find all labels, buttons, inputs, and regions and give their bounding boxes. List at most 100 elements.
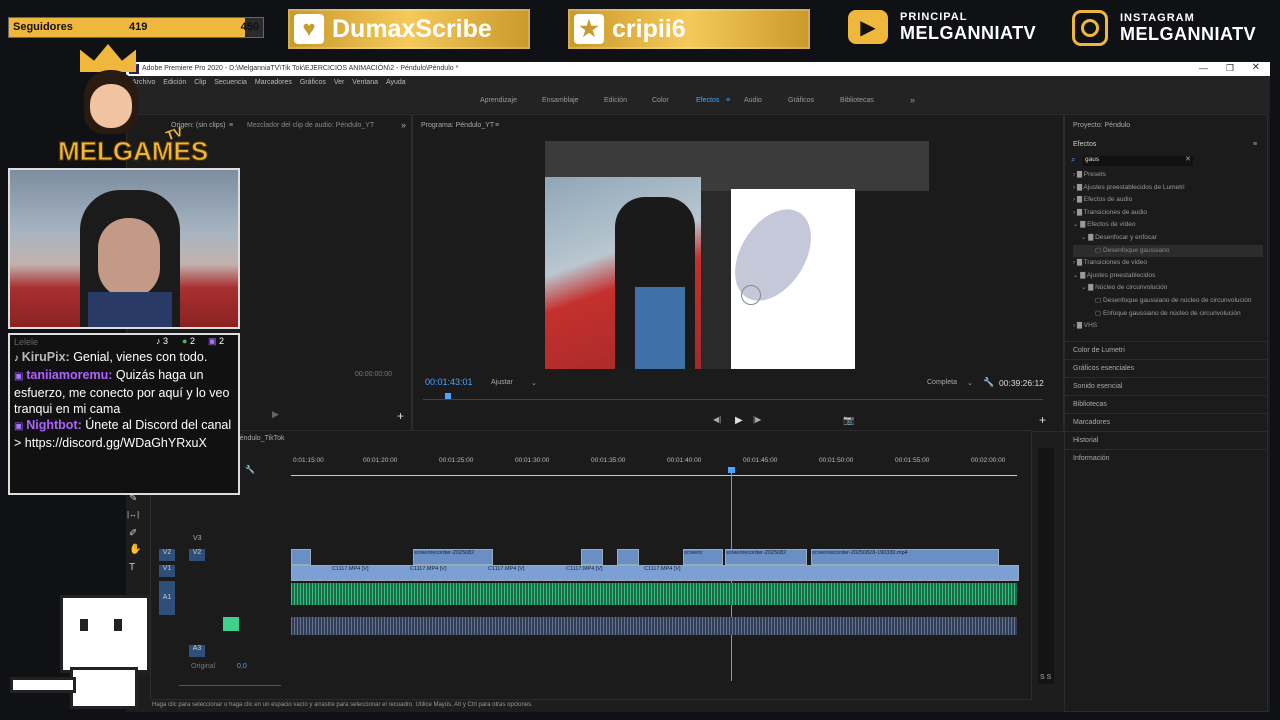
- quality-select[interactable]: Completa: [927, 379, 957, 386]
- pencil-tool-icon[interactable]: ✐: [129, 528, 137, 539]
- youtube-name: MELGANNIATV: [900, 22, 1037, 43]
- timeline-wrench-icon[interactable]: 🔧: [245, 465, 255, 474]
- wrench-icon[interactable]: 🔧: [983, 377, 994, 388]
- instagram-handle: INSTAGRAM MELGANNIATV: [1072, 10, 1256, 46]
- playhead-handle[interactable]: [728, 467, 735, 473]
- maximize-button[interactable]: ❐: [1226, 63, 1234, 74]
- track-zoom-scroll[interactable]: [179, 685, 281, 686]
- menu-graficos[interactable]: Gráficos: [300, 79, 326, 86]
- tree-item[interactable]: ▢ Enfoque gaussiano de núcleo de circunv…: [1073, 308, 1263, 321]
- solo-toggle[interactable]: [223, 617, 239, 631]
- panel-markers[interactable]: Marcadores: [1065, 413, 1267, 431]
- chat-user: taniiamoremu:: [26, 368, 113, 382]
- play-button[interactable]: ▶: [735, 415, 743, 426]
- audio-clip-a2[interactable]: [291, 617, 1017, 635]
- tree-item[interactable]: › ▇ VHS: [1073, 320, 1263, 333]
- clip-v2[interactable]: [581, 549, 603, 565]
- export-frame-icon[interactable]: 📷: [843, 415, 854, 426]
- clip-v2[interactable]: screenrecorder-20250828-190330.mp4: [811, 549, 999, 565]
- ws-color[interactable]: Color: [652, 97, 669, 104]
- menu-ventana[interactable]: Ventana: [352, 79, 378, 86]
- tree-item[interactable]: ⌄ ▇ Desenfocar y enfocar: [1073, 232, 1263, 245]
- ws-audio[interactable]: Audio: [744, 97, 762, 104]
- master-value[interactable]: 0,0: [237, 663, 247, 670]
- source-add-button[interactable]: +: [397, 409, 404, 423]
- clip-v2[interactable]: screenrecorder-2025082: [413, 549, 493, 565]
- slip-tool-icon[interactable]: |↔|: [127, 510, 139, 519]
- audio-clip-a1[interactable]: [291, 583, 1017, 605]
- panel-essential-graphics[interactable]: Gráficos esenciales: [1065, 359, 1267, 377]
- audio-mixer-tab[interactable]: Mezclador del clip de audio: Péndulo_YT: [247, 122, 374, 129]
- hand-tool-icon[interactable]: ✋: [129, 544, 141, 555]
- panel-more-icon[interactable]: »: [401, 120, 406, 130]
- clip-v2[interactable]: [291, 549, 311, 565]
- track-a3[interactable]: A3: [189, 645, 205, 657]
- close-button[interactable]: ✕: [1252, 62, 1260, 73]
- work-area-bar[interactable]: [291, 475, 1017, 476]
- program-timecode[interactable]: 00:01:43:01: [425, 377, 473, 387]
- menu-ver[interactable]: Ver: [334, 79, 345, 86]
- video-pendulum-canvas: [719, 189, 855, 369]
- timeline-ruler[interactable]: 0:01:15:00 00:01:20:00 00:01:25:00 00:01…: [291, 457, 1021, 475]
- tree-item[interactable]: › ▇ Presets: [1073, 169, 1263, 182]
- effects-menu-icon[interactable]: ≡: [1253, 141, 1257, 148]
- quality-chevron-icon[interactable]: ⌄: [967, 379, 973, 387]
- program-playhead[interactable]: [445, 393, 451, 399]
- tree-item[interactable]: › ▇ Transiciones de audio: [1073, 207, 1263, 220]
- source-v2[interactable]: V2: [159, 549, 175, 561]
- menu-ayuda[interactable]: Ayuda: [386, 79, 406, 86]
- ws-graficos[interactable]: Gráficos: [788, 97, 814, 104]
- ws-efectos[interactable]: Efectos: [696, 97, 719, 104]
- track-v1[interactable]: V1: [159, 565, 175, 577]
- meter-solo-labels[interactable]: S S: [1040, 674, 1051, 681]
- ws-edicion[interactable]: Edición: [604, 97, 627, 104]
- track-v3[interactable]: V3: [193, 535, 202, 542]
- program-menu-icon[interactable]: ≡: [495, 122, 499, 129]
- tree-item[interactable]: › ▇ Transiciones de vídeo: [1073, 257, 1263, 270]
- tree-item[interactable]: ⌄ ▇ Núcleo de circunvolución: [1073, 282, 1263, 295]
- tree-item[interactable]: › ▇ Efectos de audio: [1073, 194, 1263, 207]
- ws-more-icon[interactable]: »: [910, 95, 915, 105]
- clear-search-icon[interactable]: ✕: [1185, 155, 1191, 163]
- panel-libraries[interactable]: Bibliotecas: [1065, 395, 1267, 413]
- panel-essential-sound[interactable]: Sonido esencial: [1065, 377, 1267, 395]
- panel-info[interactable]: Información: [1065, 449, 1267, 467]
- program-scrub-bar[interactable]: [423, 399, 1043, 400]
- ruler-tick: 00:01:35:00: [591, 457, 626, 464]
- type-tool-icon[interactable]: T: [129, 562, 135, 573]
- tree-item[interactable]: ⌄ ▇ Ajustes preestablecidos: [1073, 270, 1263, 283]
- menu-marcadores[interactable]: Marcadores: [255, 79, 292, 86]
- ws-ensamblaje[interactable]: Ensamblaje: [542, 97, 579, 104]
- zoom-select[interactable]: Ajustar: [491, 379, 513, 386]
- clip-v1[interactable]: C1117.MP4 [V] C1117.MP4 [V] C1117.MP4 [V…: [291, 565, 1019, 581]
- track-a1[interactable]: A1: [159, 581, 175, 615]
- effects-title[interactable]: Efectos: [1073, 141, 1096, 148]
- ws-bibliotecas[interactable]: Bibliotecas: [840, 97, 874, 104]
- track-v2[interactable]: V2: [189, 549, 205, 561]
- program-add-button[interactable]: +: [1039, 413, 1046, 427]
- clip-v2[interactable]: screenrecorder-2025082: [725, 549, 807, 565]
- tree-item[interactable]: › ▇ Ajustes preestablecidos de Lumetri: [1073, 182, 1263, 195]
- source-play-icon[interactable]: ▶: [272, 409, 279, 420]
- minimize-button[interactable]: —: [1199, 63, 1208, 73]
- program-tab[interactable]: Programa: Péndulo_YT: [421, 122, 494, 129]
- effects-search-input[interactable]: gaus: [1083, 156, 1193, 166]
- chat-overlay: Lelele ♪ 3 ● 2 ▣ 2 ♪ KiruPix: Genial, vi…: [8, 333, 240, 495]
- tree-item[interactable]: ▢ Desenfoque gaussiano de núcleo de circ…: [1073, 295, 1263, 308]
- step-back-button[interactable]: ◀|: [713, 415, 721, 424]
- ws-menu-icon[interactable]: ≡: [726, 97, 730, 104]
- clip-v2[interactable]: screenr: [683, 549, 723, 565]
- tree-item-selected[interactable]: ▢ Desenfoque gaussiano: [1073, 244, 1263, 258]
- panel-lumetri-color[interactable]: Color de Lumetri: [1065, 341, 1267, 359]
- ws-aprendizaje[interactable]: Aprendizaje: [480, 97, 517, 104]
- zoom-chevron-icon[interactable]: ⌄: [531, 379, 537, 387]
- panel-history[interactable]: Historial: [1065, 431, 1267, 449]
- source-tab-menu-icon[interactable]: ≡: [229, 122, 233, 129]
- project-label[interactable]: Proyecto: Péndulo: [1073, 122, 1130, 129]
- menu-secuencia[interactable]: Secuencia: [214, 79, 247, 86]
- tree-item[interactable]: ⌄ ▇ Efectos de vídeo: [1073, 219, 1263, 232]
- step-forward-button[interactable]: |▶: [753, 415, 761, 424]
- clip-v2[interactable]: [617, 549, 639, 565]
- sequence-tab[interactable]: Péndulo_TikTok: [235, 435, 285, 442]
- menu-clip[interactable]: Clip: [194, 79, 206, 86]
